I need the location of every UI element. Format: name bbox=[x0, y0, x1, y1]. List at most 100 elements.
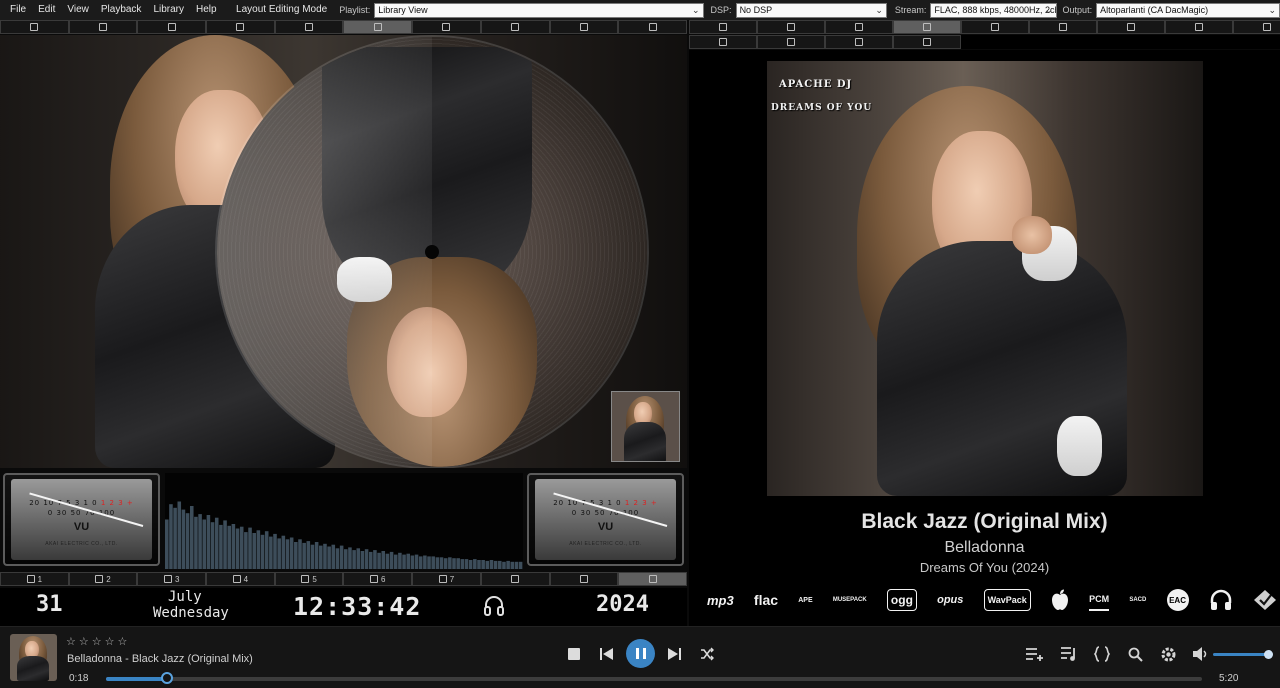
pause-button[interactable] bbox=[626, 639, 655, 668]
settings-button[interactable] bbox=[1157, 643, 1179, 665]
left-panel-tab-4[interactable] bbox=[206, 20, 275, 34]
right-panel-tab-row2-3[interactable] bbox=[825, 35, 893, 49]
right-panel-tab-4[interactable] bbox=[893, 20, 961, 34]
tab-glyph-icon bbox=[373, 23, 382, 31]
seek-knob[interactable] bbox=[161, 672, 174, 684]
shuffle-button[interactable] bbox=[696, 643, 718, 665]
playlist-value: Library View bbox=[378, 5, 428, 15]
spectrum-bar bbox=[198, 514, 202, 569]
right-panel-tab-3[interactable] bbox=[825, 20, 893, 34]
right-panel-tab-row2-1[interactable] bbox=[689, 35, 757, 49]
left-panel-tab-2[interactable] bbox=[68, 20, 138, 34]
spectrum-bar bbox=[348, 547, 352, 569]
search-button[interactable] bbox=[1124, 643, 1146, 665]
playlist-select[interactable]: Library View ⌄ bbox=[374, 2, 704, 18]
right-panel-tab-9[interactable] bbox=[1233, 20, 1280, 34]
np-thumb-jacket bbox=[17, 656, 49, 681]
spectrum-bar bbox=[256, 530, 261, 569]
spectrum-bar bbox=[481, 560, 485, 569]
seek-bar[interactable] bbox=[106, 677, 1202, 681]
hotkey-tab-7[interactable]: 7 bbox=[412, 572, 481, 586]
spectrum-bar bbox=[356, 548, 361, 569]
spectrum-bar bbox=[264, 531, 269, 569]
skip-back-icon bbox=[600, 648, 613, 660]
tab-glyph-icon bbox=[719, 38, 727, 46]
headphones-icon bbox=[484, 596, 504, 616]
volume-knob[interactable] bbox=[1263, 650, 1273, 659]
output-select[interactable]: Altoparlanti (CA DacMagic) ⌄ bbox=[1096, 2, 1280, 18]
now-playing-thumbnail[interactable] bbox=[10, 634, 57, 681]
hotkey-tab-6[interactable]: 6 bbox=[343, 572, 413, 586]
vinyl-spindle-hole bbox=[425, 245, 439, 259]
right-panel-tab-6[interactable] bbox=[1029, 20, 1097, 34]
spectrum-bar bbox=[514, 561, 519, 569]
hotkey-tab-9[interactable] bbox=[549, 572, 619, 586]
stream-label: Stream: bbox=[894, 5, 927, 15]
next-button[interactable] bbox=[663, 643, 685, 665]
brackets-button[interactable] bbox=[1091, 643, 1113, 665]
star-icon[interactable]: ☆ bbox=[92, 635, 102, 648]
star-icon[interactable]: ☆ bbox=[79, 635, 89, 648]
menu-file[interactable]: File bbox=[0, 0, 32, 20]
spectrum-bar bbox=[456, 558, 460, 569]
spectrum-bar bbox=[393, 554, 398, 569]
volume-button[interactable] bbox=[1190, 643, 1212, 665]
artwork-thumbnail[interactable] bbox=[611, 391, 680, 462]
apple-icon bbox=[1051, 589, 1068, 610]
menu-playback[interactable]: Playback bbox=[95, 0, 148, 20]
vu-meter-right: 20 10 7 5 3 1 0 1 2 3 + 0 30 50 70 100 V… bbox=[527, 473, 684, 566]
tab-glyph-icon bbox=[787, 38, 795, 46]
left-panel-tab-10[interactable] bbox=[618, 20, 687, 34]
right-panel-tab-1[interactable] bbox=[689, 20, 757, 34]
star-icon[interactable]: ☆ bbox=[66, 635, 76, 648]
menu-help[interactable]: Help bbox=[190, 0, 223, 20]
spectrum-bar bbox=[360, 551, 365, 569]
hotkey-tab-2[interactable]: 2 bbox=[68, 572, 138, 586]
spectrum-bar bbox=[452, 558, 456, 569]
left-panel-tab-7[interactable] bbox=[412, 20, 481, 34]
hotkey-tab-3[interactable]: 3 bbox=[137, 572, 207, 586]
queue-button[interactable] bbox=[1058, 643, 1080, 665]
spectrum-bar bbox=[219, 524, 223, 569]
hotkey-tab-8[interactable] bbox=[480, 572, 550, 586]
add-to-playlist-button[interactable] bbox=[1024, 643, 1046, 665]
menu-edit[interactable]: Edit bbox=[32, 0, 61, 20]
dsp-select[interactable]: No DSP ⌄ bbox=[735, 2, 887, 18]
right-panel-tab-row2-4[interactable] bbox=[893, 35, 961, 49]
left-panel-tab-5[interactable] bbox=[274, 20, 344, 34]
cover-sleeve-right bbox=[1057, 416, 1102, 476]
star-icon[interactable]: ☆ bbox=[118, 635, 128, 648]
clock-year: 2024 bbox=[596, 592, 649, 617]
stop-button[interactable] bbox=[563, 643, 585, 665]
left-panel-tab-9[interactable] bbox=[549, 20, 619, 34]
hotkey-tab-1[interactable]: 1 bbox=[0, 572, 69, 586]
menu-layout-editing[interactable]: Layout Editing Mode bbox=[230, 0, 333, 20]
left-panel-tab-1[interactable] bbox=[0, 20, 69, 34]
previous-button[interactable] bbox=[596, 643, 618, 665]
spectrum-bar bbox=[473, 559, 477, 569]
left-panel-tab-8[interactable] bbox=[480, 20, 550, 34]
hotkey-tab-5[interactable]: 5 bbox=[274, 572, 344, 586]
spectrum-bar bbox=[206, 515, 211, 569]
right-panel-tab-8[interactable] bbox=[1165, 20, 1233, 34]
left-panel-tab-3[interactable] bbox=[137, 20, 207, 34]
hotkey-tab-10[interactable] bbox=[618, 572, 687, 586]
right-panel-tab-row2-2[interactable] bbox=[757, 35, 825, 49]
spectrum-bar bbox=[414, 554, 419, 569]
vu-scale: 20 10 7 5 3 1 0 1 2 3 + bbox=[535, 499, 676, 507]
menu-library[interactable]: Library bbox=[147, 0, 190, 20]
stream-select[interactable]: FLAC, 888 kbps, 48000Hz, 2ch ⌄ bbox=[930, 2, 1057, 18]
volume-slider[interactable] bbox=[1213, 653, 1270, 656]
tab-glyph-icon bbox=[787, 23, 795, 31]
spectrum-bar bbox=[368, 551, 373, 569]
star-icon[interactable]: ☆ bbox=[105, 635, 115, 648]
right-panel-tab-7[interactable] bbox=[1097, 20, 1165, 34]
headphones-icon bbox=[1210, 589, 1231, 610]
right-panel-tab-5[interactable] bbox=[961, 20, 1029, 34]
left-panel-tab-6[interactable] bbox=[343, 20, 413, 34]
spectrum-bar bbox=[398, 552, 402, 569]
right-panel-tab-2[interactable] bbox=[757, 20, 825, 34]
hotkey-tab-4[interactable]: 4 bbox=[206, 572, 275, 586]
vu-brand: AKAI ELECTRIC CO., LTD. bbox=[45, 541, 118, 547]
menu-view[interactable]: View bbox=[61, 0, 95, 20]
